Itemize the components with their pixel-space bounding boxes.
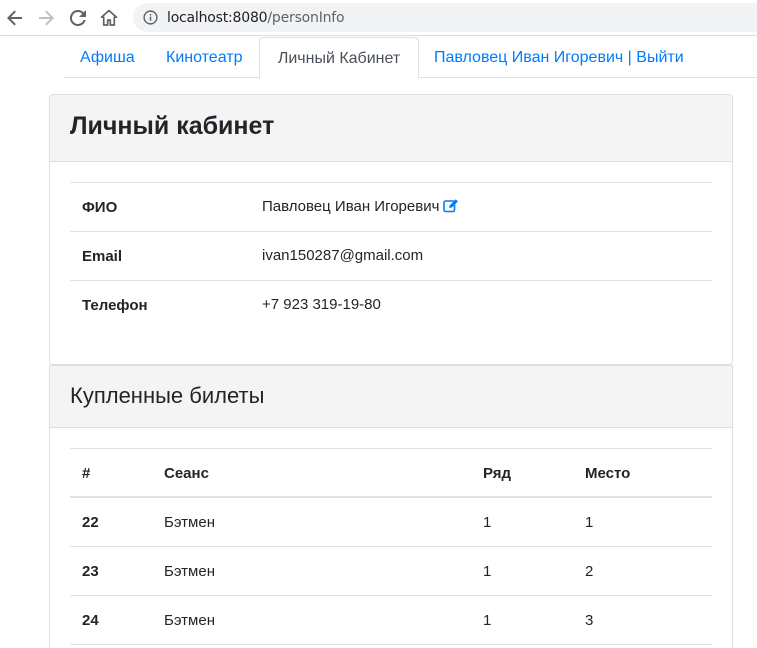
profile-table: ФИО Павловец Иван Игоревич Email ivan150…	[70, 182, 712, 329]
home-icon[interactable]	[97, 6, 121, 30]
url-host: localhost:8080	[167, 10, 268, 26]
tickets-title: Купленные билеты	[70, 383, 265, 408]
ticket-id: 24	[82, 612, 99, 629]
edit-icon[interactable]	[443, 198, 459, 213]
table-row: 22 Бэтмен 1 1	[70, 498, 712, 547]
nav-tabs: Афиша Кинотеатр Личный Кабинет Павловец …	[64, 37, 757, 79]
tickets-table: # Сеанс Ряд Место 22 Бэтмен 1 1 23 Бэтме…	[70, 448, 712, 645]
profile-value-fio: Павловец Иван Игоревич	[262, 198, 459, 215]
ticket-id: 22	[82, 514, 99, 531]
tab-user-logout[interactable]: Павловец Иван Игоревич | Выйти	[418, 37, 700, 78]
tab-afisha[interactable]: Афиша	[64, 37, 151, 78]
address-bar[interactable]: localhost:8080/personInfo	[133, 3, 757, 32]
ticket-seat: 3	[585, 612, 594, 629]
browser-toolbar: localhost:8080/personInfo	[0, 0, 757, 36]
ticket-row: 1	[483, 514, 492, 531]
ticket-seat: 1	[585, 514, 594, 531]
tickets-card: Купленные билеты # Сеанс Ряд Место 22 Бэ…	[49, 365, 733, 648]
profile-card-header: Личный кабинет	[50, 95, 732, 162]
profile-row-phone: Телефон +7 923 319-19-80	[70, 280, 712, 329]
back-arrow-icon[interactable]	[3, 6, 27, 30]
tab-kinoteatr[interactable]: Кинотеатр	[150, 37, 258, 78]
ticket-session: Бэтмен	[164, 563, 215, 580]
profile-title: Личный кабинет	[70, 112, 275, 140]
tickets-card-header: Купленные билеты	[50, 366, 732, 428]
reload-icon[interactable]	[66, 6, 90, 30]
url-text: localhost:8080/personInfo	[167, 10, 345, 26]
url-path: /personInfo	[267, 10, 345, 26]
info-icon[interactable]	[143, 10, 158, 25]
table-row: 24 Бэтмен 1 3	[70, 596, 712, 645]
col-header-number: #	[82, 465, 91, 482]
ticket-session: Бэтмен	[164, 612, 215, 629]
tab-personal-cabinet[interactable]: Личный Кабинет	[259, 37, 419, 79]
forward-arrow-icon[interactable]	[34, 6, 58, 30]
profile-row-fio: ФИО Павловец Иван Игоревич	[70, 182, 712, 231]
col-header-seat: Место	[585, 465, 631, 482]
fio-text: Павловец Иван Игоревич	[262, 198, 440, 215]
ticket-seat: 2	[585, 563, 594, 580]
profile-row-email: Email ivan150287@gmail.com	[70, 231, 712, 280]
ticket-id: 23	[82, 563, 99, 580]
profile-label-phone: Телефон	[82, 297, 148, 314]
tickets-table-header: # Сеанс Ряд Место	[70, 448, 712, 498]
col-header-session: Сеанс	[164, 465, 209, 482]
table-row: 23 Бэтмен 1 2	[70, 547, 712, 596]
ticket-row: 1	[483, 612, 492, 629]
ticket-row: 1	[483, 563, 492, 580]
col-header-row: Ряд	[483, 465, 512, 482]
profile-label-email: Email	[82, 248, 123, 265]
profile-value-email: ivan150287@gmail.com	[262, 247, 424, 264]
profile-card: Личный кабинет ФИО Павловец Иван Игореви…	[49, 94, 733, 365]
ticket-session: Бэтмен	[164, 514, 215, 531]
profile-value-phone: +7 923 319-19-80	[262, 296, 381, 313]
profile-label-fio: ФИО	[82, 199, 118, 216]
